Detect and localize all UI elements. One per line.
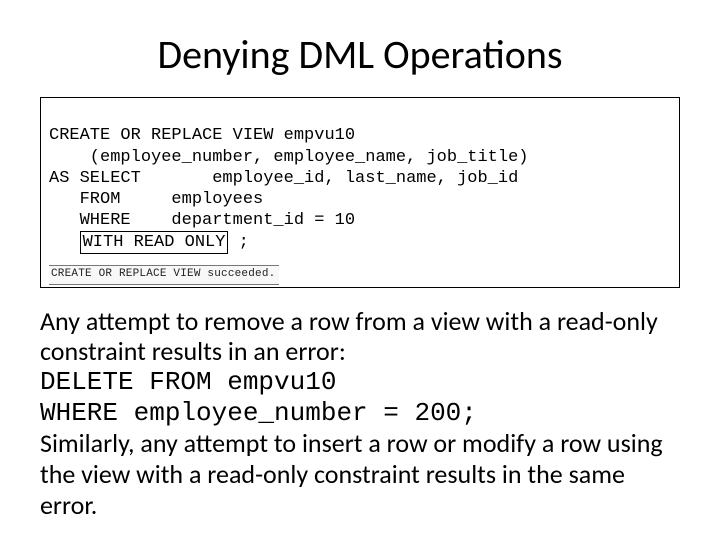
code-line-4: FROM employees — [49, 190, 263, 209]
result-row: CREATE OR REPLACE VIEW succeeded. — [49, 260, 671, 285]
example-code-line-2: WHERE employee_number = 200; — [40, 398, 680, 429]
paragraph-1: Any attempt to remove a row from a view … — [40, 306, 680, 367]
code-line-1: CREATE OR REPLACE VIEW empvu10 — [49, 126, 355, 145]
example-code-line-1: DELETE FROM empvu10 — [40, 367, 680, 398]
code-line-3: AS SELECT employee_id, last_name, job_id — [49, 169, 518, 188]
code-line-2: (employee_number, employee_name, job_tit… — [49, 148, 528, 167]
code-box: CREATE OR REPLACE VIEW empvu10 (employee… — [40, 97, 680, 288]
paragraph-2: Similarly, any attempt to insert a row o… — [40, 428, 680, 520]
slide: Denying DML Operations CREATE OR REPLACE… — [0, 0, 720, 540]
body-text: Any attempt to remove a row from a view … — [40, 306, 680, 521]
result-message: CREATE OR REPLACE VIEW succeeded. — [49, 265, 279, 285]
code-line-6-pre — [49, 233, 80, 252]
with-read-only-highlight: WITH READ ONLY — [80, 231, 229, 254]
slide-title: Denying DML Operations — [40, 30, 680, 79]
code-line-6-post: ; — [228, 233, 248, 252]
code-line-5: WHERE department_id = 10 — [49, 211, 355, 230]
